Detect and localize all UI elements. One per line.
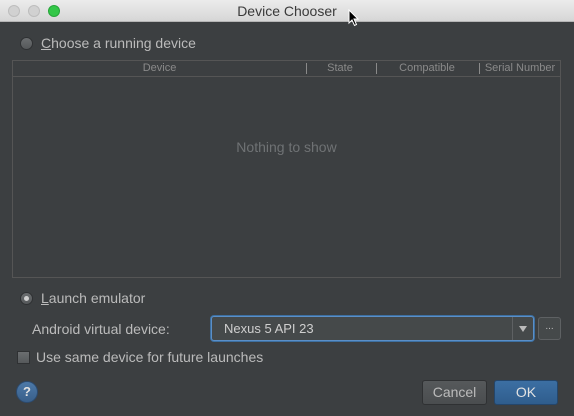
cancel-button[interactable]: Cancel [422, 380, 487, 405]
launch-emulator-radio[interactable] [20, 292, 33, 305]
ok-button[interactable]: OK [494, 380, 558, 405]
running-devices-table[interactable]: Device State Compatible Serial Number No… [12, 60, 561, 278]
title-bar: Device Chooser [0, 0, 574, 27]
same-device-label[interactable]: Use same device for future launches [36, 349, 263, 365]
dropdown-arrow-icon[interactable] [512, 317, 533, 340]
avd-label: Android virtual device: [32, 321, 170, 337]
column-header-device[interactable]: Device [13, 62, 306, 74]
mouse-pointer-icon [348, 9, 360, 27]
launch-emulator-label[interactable]: Launch emulator [41, 290, 145, 306]
help-button[interactable]: ? [16, 381, 38, 403]
column-divider[interactable] [306, 63, 307, 74]
empty-table-message: Nothing to show [236, 139, 337, 155]
column-divider[interactable] [376, 63, 377, 74]
choose-running-device-label[interactable]: Choose a running device [41, 35, 196, 51]
column-header-state[interactable]: State [312, 62, 368, 74]
column-header-serial-number[interactable]: Serial Number [480, 62, 560, 74]
same-device-checkbox[interactable] [17, 351, 30, 364]
browse-avd-button[interactable]: ... [538, 317, 561, 340]
choose-running-device-radio[interactable] [20, 37, 33, 50]
avd-selected-value: Nexus 5 API 23 [224, 321, 314, 336]
table-header: Device State Compatible Serial Number [13, 61, 560, 77]
column-header-compatible[interactable]: Compatible [381, 62, 473, 74]
window-title: Device Chooser [237, 3, 337, 19]
avd-combo-box[interactable]: Nexus 5 API 23 [211, 316, 534, 341]
